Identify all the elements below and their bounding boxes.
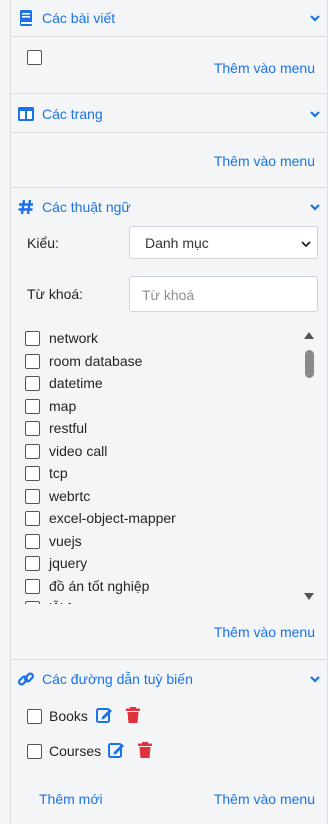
post-checkbox[interactable] <box>27 50 42 65</box>
scroll-up-arrow-icon[interactable] <box>303 330 315 340</box>
term-item[interactable]: excel-object-mapper <box>25 508 295 530</box>
edit-icon[interactable] <box>108 741 126 759</box>
keyword-input[interactable]: Từ khoá <box>129 276 318 312</box>
edit-icon[interactable] <box>96 706 114 724</box>
term-label: room database <box>49 352 143 369</box>
term-checkbox[interactable] <box>25 556 40 571</box>
keyword-label: Từ khoá: <box>27 286 84 302</box>
custom-link-checkbox[interactable] <box>27 709 42 724</box>
term-checkbox[interactable] <box>25 398 40 414</box>
trash-icon[interactable] <box>136 741 154 759</box>
term-checkbox[interactable] <box>25 353 40 369</box>
term-item[interactable]: tcp <box>25 463 295 485</box>
term-checkbox[interactable] <box>25 511 40 526</box>
type-select[interactable]: Danh mục <box>129 226 318 259</box>
term-label: video call <box>49 442 108 459</box>
term-label: datetime <box>49 375 103 391</box>
term-checkbox[interactable] <box>25 488 40 504</box>
term-checkbox[interactable] <box>25 466 40 481</box>
term-label: restful <box>49 420 88 436</box>
scroll-thumb[interactable] <box>305 350 314 378</box>
custom-links-add-to-menu-link[interactable]: Thêm vào menu <box>214 791 315 807</box>
term-item[interactable]: restful <box>25 418 295 440</box>
terms-section: Các thuật ngữ Kiểu: Danh mục Từ khoá: Từ… <box>11 188 327 658</box>
chevron-down-icon[interactable] <box>309 201 321 213</box>
terms-section-title: Các thuật ngữ <box>42 199 131 215</box>
hashtag-icon <box>18 199 33 215</box>
term-label: đồ án tốt nghiệp <box>49 577 150 594</box>
term-item[interactable]: lỗi font <box>25 598 295 604</box>
term-item[interactable]: map <box>25 396 295 418</box>
term-label: map <box>49 397 77 414</box>
posts-section-title: Các bài viết <box>42 10 116 26</box>
custom-links-section-title: Các đường dẫn tuỳ biến <box>42 671 193 687</box>
pages-section-title: Các trang <box>42 106 103 122</box>
term-checkbox[interactable] <box>25 421 40 436</box>
term-item[interactable]: đồ án tốt nghiệp <box>25 576 295 598</box>
custom-link-label: Books <box>49 708 88 724</box>
trash-icon[interactable] <box>124 706 142 724</box>
pages-section: Các trang Thêm vào menu <box>11 94 327 186</box>
menu-builder-panel: Các bài viết Thêm vào menu Các trang Thê… <box>10 0 328 824</box>
scroll-down-arrow-icon[interactable] <box>303 592 315 602</box>
posts-section-header[interactable]: Các bài viết <box>11 1 327 35</box>
custom-links-section: Các đường dẫn tuỳ biến Books Courses Thê… <box>11 660 327 824</box>
chevron-down-icon[interactable] <box>309 673 321 685</box>
term-label: lỗi font <box>49 600 90 604</box>
custom-link-label: Courses <box>49 743 102 759</box>
chevron-down-icon[interactable] <box>309 12 321 24</box>
type-select-value: Danh mục <box>145 235 209 251</box>
terms-list[interactable]: network room database datetime map restful vi… <box>25 328 319 604</box>
divider <box>11 36 327 37</box>
term-item[interactable]: datetime <box>25 373 295 395</box>
pages-add-to-menu-link[interactable]: Thêm vào menu <box>214 153 315 169</box>
term-checkbox[interactable] <box>25 443 40 459</box>
term-label: network <box>49 330 99 346</box>
chevron-down-icon <box>301 241 311 248</box>
term-label: jquery <box>49 555 88 571</box>
posts-section: Các bài viết Thêm vào menu <box>11 0 327 92</box>
add-new-link-button[interactable]: Thêm mới <box>39 791 103 807</box>
term-item[interactable]: jquery <box>25 553 295 575</box>
columns-icon <box>18 107 34 121</box>
term-label: tcp <box>49 465 68 481</box>
term-item[interactable]: network <box>25 328 295 350</box>
keyword-input-placeholder: Từ khoá <box>142 287 195 303</box>
terms-scrollbar[interactable] <box>301 328 317 604</box>
term-item[interactable]: vuejs <box>25 531 295 553</box>
pages-section-header[interactable]: Các trang <box>11 97 327 131</box>
term-item[interactable]: room database <box>25 351 295 373</box>
terms-section-header[interactable]: Các thuật ngữ <box>11 190 327 224</box>
custom-links-section-header[interactable]: Các đường dẫn tuỳ biến <box>11 662 327 696</box>
term-label: excel-object-mapper <box>49 510 176 526</box>
term-item[interactable]: video call <box>25 441 295 463</box>
terms-add-to-menu-link[interactable]: Thêm vào menu <box>214 624 315 640</box>
term-checkbox[interactable] <box>25 376 40 391</box>
term-item[interactable]: webrtc <box>25 486 295 508</box>
term-checkbox[interactable] <box>25 601 40 604</box>
type-label: Kiểu: <box>27 235 59 251</box>
chevron-down-icon[interactable] <box>309 108 321 120</box>
custom-link-checkbox[interactable] <box>27 744 42 759</box>
term-label: webrtc <box>49 487 91 504</box>
term-checkbox[interactable] <box>25 578 40 594</box>
book-icon <box>20 10 32 26</box>
term-checkbox[interactable] <box>25 533 40 549</box>
posts-add-to-menu-link[interactable]: Thêm vào menu <box>214 60 315 76</box>
term-checkbox[interactable] <box>25 331 40 346</box>
divider <box>11 132 327 133</box>
term-label: vuejs <box>49 532 82 549</box>
link-icon <box>17 672 35 686</box>
